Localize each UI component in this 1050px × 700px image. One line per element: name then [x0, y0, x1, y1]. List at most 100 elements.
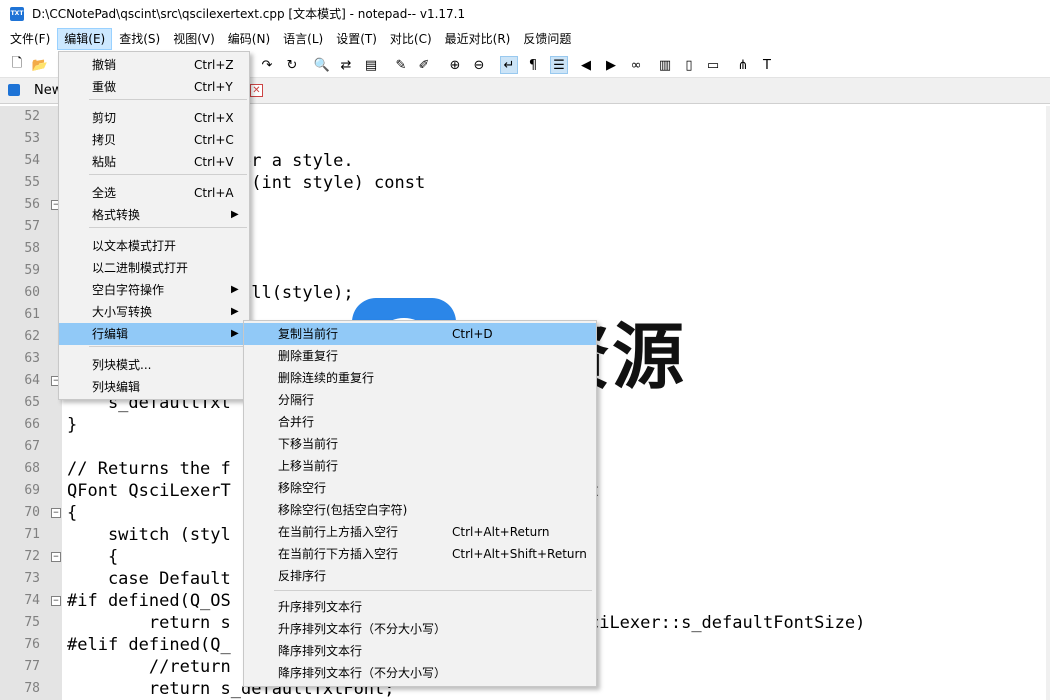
word-wrap-icon[interactable]: ↵: [500, 56, 518, 74]
edit-menu-item-2[interactable]: 剪切 Ctrl+X: [59, 107, 249, 129]
line-edit-item-1[interactable]: 删除重复行: [244, 345, 596, 367]
line-number: 60: [24, 285, 40, 300]
edit-menu-label: 全选: [92, 186, 117, 200]
menu-item-4[interactable]: 编码(N): [222, 28, 276, 50]
line-edit-item-12[interactable]: 升序排列文本行: [244, 596, 596, 618]
indent-guide-icon[interactable]: ☰: [550, 56, 568, 74]
line-edit-item-14[interactable]: 降序排列文本行: [244, 640, 596, 662]
line-edit-label: 上移当前行: [278, 459, 339, 473]
menu-item-1[interactable]: 编辑(E): [57, 28, 113, 50]
edit-menu-label: 格式转换: [92, 208, 141, 222]
edit-menu-item-11[interactable]: 行编辑 ▶: [59, 323, 249, 345]
menu-item-2[interactable]: 查找(S): [113, 28, 166, 50]
edit-menu-item-6[interactable]: 格式转换 ▶: [59, 204, 249, 226]
split-horizontal-icon[interactable]: ▯: [680, 56, 698, 74]
line-edit-label: 删除连续的重复行: [278, 371, 375, 385]
mark-icon[interactable]: ✎: [392, 56, 410, 74]
vertical-scrollbar[interactable]: [1046, 106, 1050, 700]
monitor-icon[interactable]: ▭: [704, 56, 722, 74]
zoom-in-icon[interactable]: ⊕: [446, 56, 464, 74]
split-vertical-icon[interactable]: ▥: [656, 56, 674, 74]
line-edit-label: 删除重复行: [278, 349, 339, 363]
line-edit-label: 升序排列文本行（不分大小写）: [278, 622, 447, 636]
next-icon[interactable]: ▶: [602, 56, 620, 74]
new-file-icon[interactable]: 🗋: [8, 56, 26, 74]
open-folder-icon[interactable]: 📂: [31, 56, 49, 74]
edit-menu-item-10[interactable]: 大小写转换 ▶: [59, 301, 249, 323]
close-tab-icon[interactable]: ✕: [250, 84, 263, 97]
edit-menu-label: 空白字符操作: [92, 283, 165, 297]
line-edit-label: 升序排列文本行: [278, 600, 363, 614]
line-edit-label: 在当前行上方插入空行: [278, 525, 399, 539]
line-edit-item-13[interactable]: 升序排列文本行（不分大小写）: [244, 618, 596, 640]
edit-menu-item-12[interactable]: 列块模式...: [59, 354, 249, 376]
line-edit-item-3[interactable]: 分隔行: [244, 389, 596, 411]
line-number: 54: [24, 153, 40, 168]
edit-menu-item-5[interactable]: 全选 Ctrl+A: [59, 182, 249, 204]
edit-menu-item-0[interactable]: 撤销 Ctrl+Z: [59, 54, 249, 76]
edit-menu-item-13[interactable]: 列块编辑: [59, 376, 249, 398]
prev-icon[interactable]: ◀: [577, 56, 595, 74]
line-edit-item-10[interactable]: 在当前行下方插入空行 Ctrl+Alt+Shift+Return: [244, 543, 596, 565]
text-mode-icon[interactable]: T: [758, 56, 776, 74]
line-number: 67: [24, 439, 40, 454]
edit-menu-label: 撤销: [92, 58, 117, 72]
edit-menu-item-9[interactable]: 空白字符操作 ▶: [59, 279, 249, 301]
edit-menu-item-7[interactable]: 以文本模式打开: [59, 235, 249, 257]
menu-item-8[interactable]: 最近对比(R): [439, 28, 517, 50]
menu-item-7[interactable]: 对比(C): [384, 28, 438, 50]
edit-menu-label: 以文本模式打开: [92, 239, 177, 253]
title-bar: TXT D:\CCNotePad\qscint\src\qscilexertex…: [0, 0, 1050, 27]
clear-mark-icon[interactable]: ✐: [415, 56, 433, 74]
line-number: 74: [24, 593, 40, 608]
menu-item-0[interactable]: 文件(F): [4, 28, 56, 50]
line-edit-item-11[interactable]: 反排序行: [244, 565, 596, 587]
tree-icon[interactable]: ⋔: [734, 56, 752, 74]
line-edit-shortcut: Ctrl+Alt+Return: [452, 525, 550, 539]
show-all-chars-icon[interactable]: ¶: [524, 56, 542, 74]
line-edit-label: 降序排列文本行: [278, 644, 363, 658]
menu-item-3[interactable]: 视图(V): [167, 28, 221, 50]
line-edit-item-2[interactable]: 删除连续的重复行: [244, 367, 596, 389]
line-edit-item-15[interactable]: 降序排列文本行（不分大小写）: [244, 662, 596, 684]
fold-toggle-icon[interactable]: −: [51, 596, 61, 606]
code-text: // Returns the f: [67, 459, 231, 479]
menu-separator: [89, 99, 247, 100]
line-edit-item-6[interactable]: 上移当前行: [244, 455, 596, 477]
code-text: }: [67, 415, 78, 435]
menu-separator: [89, 174, 247, 175]
zoom-out-icon[interactable]: ⊖: [470, 56, 488, 74]
line-number: 52: [24, 109, 40, 124]
line-edit-item-5[interactable]: 下移当前行: [244, 433, 596, 455]
fold-toggle-icon[interactable]: −: [51, 508, 61, 518]
line-number: 73: [24, 571, 40, 586]
edit-menu-label: 拷贝: [92, 133, 117, 147]
redo-all-icon[interactable]: ↻: [283, 56, 301, 74]
fold-toggle-icon[interactable]: −: [51, 552, 61, 562]
edit-menu-item-3[interactable]: 拷贝 Ctrl+C: [59, 129, 249, 151]
edit-menu-label: 大小写转换: [92, 305, 153, 319]
line-number: 55: [24, 175, 40, 190]
line-edit-submenu: 复制当前行 Ctrl+D 删除重复行删除连续的重复行分隔行 合并行 下移当前行上移当前行…: [243, 320, 597, 687]
edit-menu-label: 以二进制模式打开: [92, 261, 189, 275]
line-edit-item-8[interactable]: 移除空行(包括空白字符): [244, 499, 596, 521]
replace-icon[interactable]: ⇄: [337, 56, 355, 74]
line-number: 59: [24, 263, 40, 278]
find-icon[interactable]: 🔍: [313, 56, 331, 74]
menu-item-6[interactable]: 设置(T): [330, 28, 383, 50]
edit-menu-item-8[interactable]: 以二进制模式打开: [59, 257, 249, 279]
menu-item-5[interactable]: 语言(L): [277, 28, 329, 50]
goto-icon[interactable]: ∞: [627, 56, 645, 74]
code-text: case Default: [67, 569, 231, 589]
line-edit-item-0[interactable]: 复制当前行 Ctrl+D: [244, 323, 596, 345]
line-edit-item-7[interactable]: 移除空行: [244, 477, 596, 499]
line-edit-item-4[interactable]: 合并行: [244, 411, 596, 433]
edit-menu-label: 剪切: [92, 111, 117, 125]
find-in-files-icon[interactable]: ▤: [362, 56, 380, 74]
line-number: 56: [24, 197, 40, 212]
line-edit-item-9[interactable]: 在当前行上方插入空行 Ctrl+Alt+Return: [244, 521, 596, 543]
edit-menu-item-1[interactable]: 重做 Ctrl+Y: [59, 76, 249, 98]
redo-icon[interactable]: ↷: [258, 56, 276, 74]
edit-menu-item-4[interactable]: 粘贴 Ctrl+V: [59, 151, 249, 173]
menu-item-9[interactable]: 反馈问题: [517, 28, 577, 50]
